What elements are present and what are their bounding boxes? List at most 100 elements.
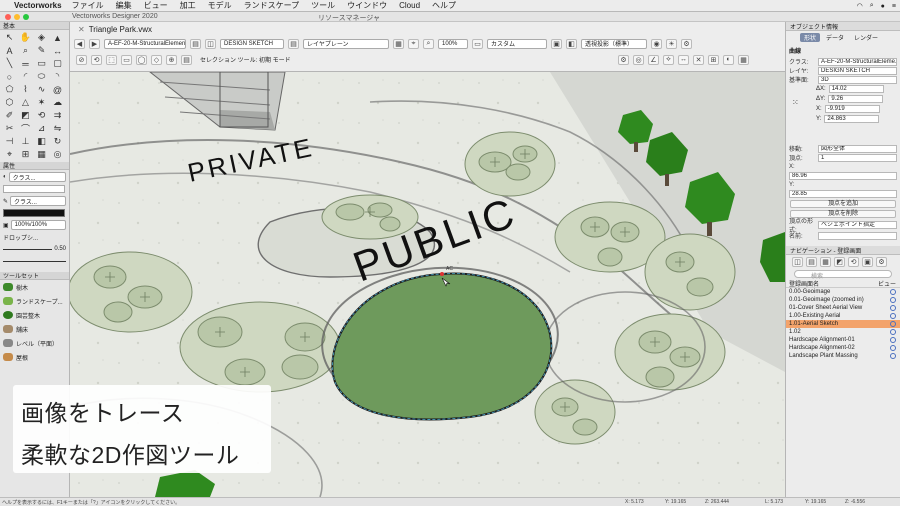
menu-landscape[interactable]: ランドスケープ xyxy=(244,0,300,11)
spiral-tool-icon[interactable]: @ xyxy=(51,84,64,95)
wifi-icon[interactable]: ◠ xyxy=(857,2,863,10)
attribute-mapping-tool-icon[interactable]: ◩ xyxy=(19,110,32,121)
chamfer-tool-icon[interactable]: ⊿ xyxy=(35,123,48,134)
y-field[interactable]: 24.863 xyxy=(824,115,880,123)
menu-modify[interactable]: 加工 xyxy=(180,0,196,11)
vertex-handle[interactable] xyxy=(440,272,444,276)
snap-grid-icon[interactable]: ⚙ xyxy=(618,54,629,65)
anchor-grid-icon[interactable]: ⁙ xyxy=(792,98,799,107)
snap-dist-icon[interactable]: ↔ xyxy=(678,54,689,65)
move-field[interactable]: 図形全体 xyxy=(818,144,897,153)
layer-options-icon[interactable]: ▤ xyxy=(288,38,299,49)
zoom-select[interactable]: 100% xyxy=(438,38,468,49)
menu-view[interactable]: ビュー xyxy=(144,0,168,11)
eyedropper-tool-icon[interactable]: ✐ xyxy=(3,110,16,121)
toolset-landscape[interactable]: ランドスケープ... xyxy=(0,294,69,308)
toolset-plant[interactable]: 園芸整木 xyxy=(0,308,69,322)
reshape-tool-icon[interactable]: ⟲ xyxy=(35,110,48,121)
rounded-rect-tool-icon[interactable]: ▢ xyxy=(51,58,64,69)
toolset-level[interactable]: レベル（平面） xyxy=(0,336,69,350)
line-tool-icon[interactable]: ╲ xyxy=(3,58,16,69)
view-a-icon[interactable]: ▣ xyxy=(551,38,562,49)
nav-layers-icon[interactable]: ◫ xyxy=(792,257,803,267)
pen-class-select[interactable]: クラス... xyxy=(10,196,66,206)
oval-tool-icon[interactable]: ⬭ xyxy=(35,71,48,82)
menu-cloud[interactable]: Cloud xyxy=(399,1,420,10)
view-icon[interactable] xyxy=(890,329,896,335)
view-select[interactable]: カスタム xyxy=(487,38,547,49)
close-window-icon[interactable] xyxy=(5,14,11,20)
split-tool-icon[interactable]: ⊥ xyxy=(19,136,32,147)
vertex-y-field[interactable]: 28.85 xyxy=(789,189,897,198)
connect-tool-icon[interactable]: ⊣ xyxy=(3,136,16,147)
flyover-tool-icon[interactable]: ◈ xyxy=(35,32,48,43)
nav-saved-views-icon[interactable]: ▣ xyxy=(862,257,873,267)
mode-snap-icon[interactable]: ⊕ xyxy=(166,54,177,65)
navigation-item[interactable]: 01-Cover Sheet Aerial View xyxy=(786,304,900,312)
snap-smart-icon[interactable]: ⟡ xyxy=(663,54,674,65)
grid-tool-icon[interactable]: ▦ xyxy=(35,149,48,160)
menu-window[interactable]: ウインドウ xyxy=(347,0,387,11)
navigation-item[interactable]: 1.02 xyxy=(786,328,900,336)
navigation-item[interactable]: Hardscape Alignment-01 xyxy=(786,336,900,344)
toolset-roof[interactable]: 屋根 xyxy=(0,350,69,364)
polyline-tool-icon[interactable]: ⌇ xyxy=(19,84,32,95)
menu-edit[interactable]: 編集 xyxy=(116,0,132,11)
navigation-item[interactable]: Hardscape Alignment-02 xyxy=(786,344,900,352)
pen-swatch[interactable] xyxy=(3,209,65,217)
view-icon[interactable] xyxy=(890,345,896,351)
mode-lasso-icon[interactable]: ◯ xyxy=(136,54,147,65)
page-icon[interactable]: ▭ xyxy=(472,38,483,49)
layer-icon[interactable]: ◫ xyxy=(205,38,216,49)
back-icon[interactable]: ◀ xyxy=(74,38,85,49)
polygon-tool-icon[interactable]: ⬠ xyxy=(3,84,16,95)
fill-swatch[interactable] xyxy=(3,185,65,193)
clip-tool-icon[interactable]: ◧ xyxy=(35,136,48,147)
dy-field[interactable]: 9.26 xyxy=(828,95,884,103)
mode-transform-icon[interactable]: ⬚ xyxy=(106,54,117,65)
view-icon[interactable] xyxy=(890,297,896,303)
view-icon[interactable] xyxy=(890,305,896,311)
callout-tool-icon[interactable]: ✎ xyxy=(35,45,48,56)
x-field[interactable]: -9.919 xyxy=(824,105,880,113)
quarter-arc-tool-icon[interactable]: ◝ xyxy=(51,71,64,82)
class-select[interactable]: A-EF-20-M-StructuralElemen... xyxy=(104,38,186,49)
name-field[interactable] xyxy=(818,231,897,240)
layer-field[interactable]: DESIGN SKETCH xyxy=(818,66,897,75)
plane-field[interactable]: 3D xyxy=(818,75,897,84)
menu-file[interactable]: ファイル xyxy=(72,0,104,11)
zoom-tool-icon[interactable]: ⌕ xyxy=(19,45,32,56)
opacity-field[interactable]: 100%/100% xyxy=(10,220,66,230)
add-vertex-button[interactable]: 頂点を追加 xyxy=(790,200,896,208)
offset-tool-icon[interactable]: ⇉ xyxy=(51,110,64,121)
arc-tool-icon[interactable]: ◜ xyxy=(19,71,32,82)
nav-views-icon[interactable]: ◩ xyxy=(834,257,845,267)
navigation-search-input[interactable]: 検索 xyxy=(794,270,892,280)
menu-help[interactable]: ヘルプ xyxy=(432,0,456,11)
snap-sel-icon[interactable]: ▦ xyxy=(738,54,749,65)
zoom-window-icon[interactable] xyxy=(23,14,29,20)
nav-sheets-icon[interactable]: ▦ xyxy=(820,257,831,267)
cloud-tool-icon[interactable]: ☁ xyxy=(51,97,64,108)
selection-tool-icon[interactable]: ↖ xyxy=(3,32,16,43)
freehand-tool-icon[interactable]: ∿ xyxy=(35,84,48,95)
circle-tool-icon[interactable]: ○ xyxy=(3,71,16,82)
lighting-icon[interactable]: ☀ xyxy=(666,38,677,49)
mode-poly-icon[interactable]: ◇ xyxy=(151,54,162,65)
fillet-tool-icon[interactable]: ⌒ xyxy=(19,123,32,134)
snap-angle-icon[interactable]: ∠ xyxy=(648,54,659,65)
snap-tan-icon[interactable]: ◐ xyxy=(723,54,734,65)
view-icon[interactable] xyxy=(890,289,896,295)
navigation-item[interactable]: 0.00-Geoimage xyxy=(786,288,900,296)
mode-single-icon[interactable]: ▭ xyxy=(121,54,132,65)
nav-refs-icon[interactable]: ⟲ xyxy=(848,257,859,267)
class-options-icon[interactable]: ▤ xyxy=(190,38,201,49)
view-icon[interactable] xyxy=(890,313,896,319)
spotlight-icon[interactable]: ⌕ xyxy=(870,2,874,10)
mode-rotate-icon[interactable]: ⟲ xyxy=(91,54,102,65)
view-icon[interactable] xyxy=(890,353,896,359)
text-tool-icon[interactable]: A xyxy=(3,45,16,56)
class-field[interactable]: A-EF-20-M-StructuralEleme... xyxy=(818,57,897,66)
toolset-hardscape[interactable]: 舗床 xyxy=(0,322,69,336)
walkthrough-tool-icon[interactable]: ▲ xyxy=(51,32,64,43)
